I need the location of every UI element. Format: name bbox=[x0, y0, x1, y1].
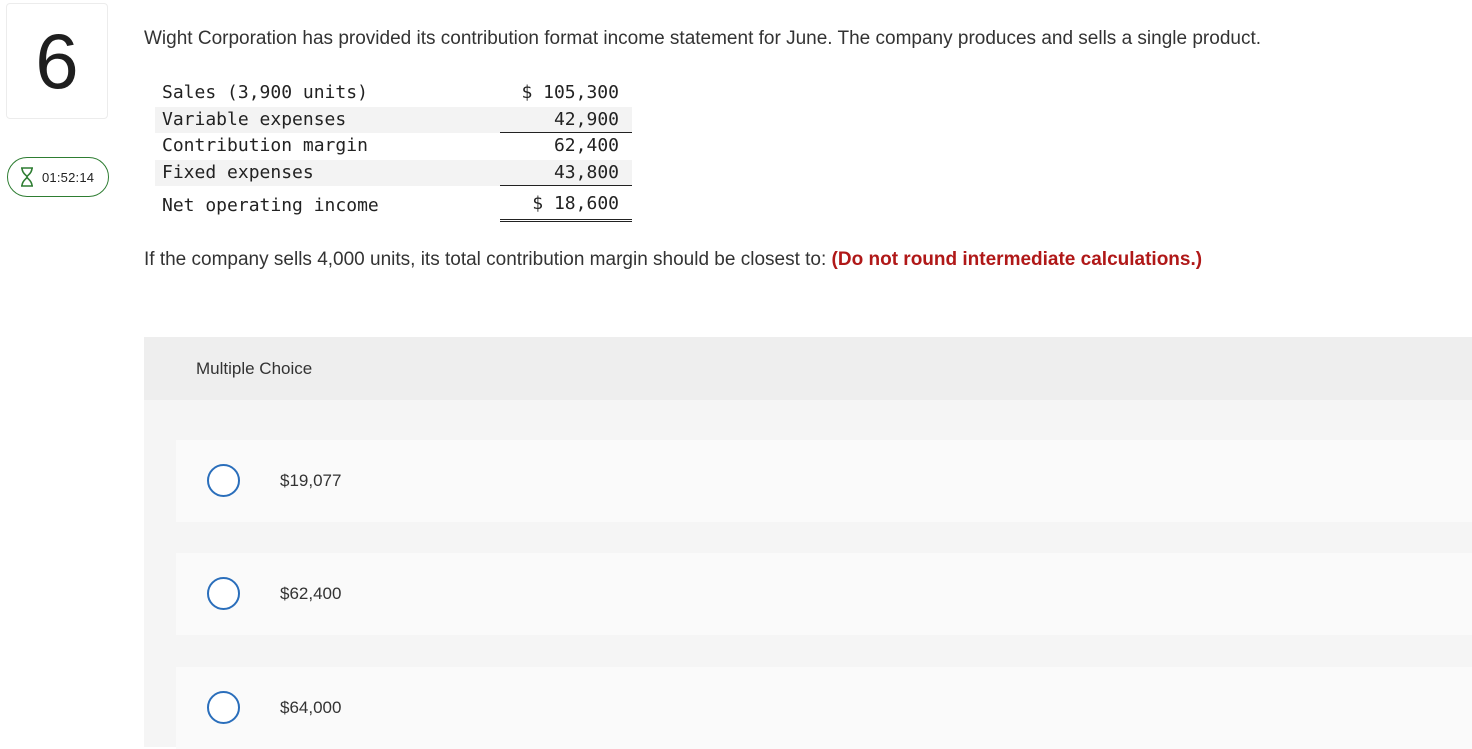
radio-button[interactable] bbox=[207, 464, 240, 497]
multiple-choice-title: Multiple Choice bbox=[196, 359, 313, 378]
statement-row-net-operating-income: Net operating income $ 18,600 bbox=[155, 188, 632, 222]
multiple-choice-body: $19,077 $62,400 $64,000 bbox=[144, 400, 1472, 749]
statement-row-fixed-expenses: Fixed expenses 43,800 bbox=[155, 159, 632, 186]
timer-text: 01:52:14 bbox=[42, 169, 95, 185]
choice-option-1[interactable]: $19,077 bbox=[176, 440, 1472, 522]
statement-label: Fixed expenses bbox=[162, 161, 314, 183]
hourglass-icon bbox=[20, 167, 34, 187]
choice-label: $62,400 bbox=[280, 584, 342, 603]
question-number-box: 6 bbox=[6, 3, 108, 119]
statement-value: 43,800 bbox=[500, 160, 632, 186]
statement-label: Variable expenses bbox=[162, 108, 347, 130]
multiple-choice-header: Multiple Choice bbox=[144, 337, 1472, 400]
question-number: 6 bbox=[35, 17, 79, 105]
statement-value: $ 105,300 bbox=[521, 82, 619, 103]
choice-label: $19,077 bbox=[280, 471, 342, 490]
choice-option-3[interactable]: $64,000 bbox=[176, 667, 1472, 749]
statement-row-sales: Sales (3,900 units) $ 105,300 bbox=[155, 80, 632, 107]
statement-row-variable-expenses: Variable expenses 42,900 bbox=[155, 106, 632, 133]
question-prompt: If the company sells 4,000 units, its to… bbox=[144, 249, 1202, 271]
statement-value: 42,900 bbox=[500, 107, 632, 133]
statement-value: 62,400 bbox=[553, 135, 619, 156]
choice-option-2[interactable]: $62,400 bbox=[176, 553, 1472, 635]
statement-row-contribution-margin: Contribution margin 62,400 bbox=[155, 133, 632, 160]
timer-badge: 01:52:14 bbox=[7, 157, 109, 197]
statement-label: Net operating income bbox=[162, 195, 379, 216]
statement-label: Contribution margin bbox=[162, 135, 368, 156]
prompt-text: If the company sells 4,000 units, its to… bbox=[144, 249, 827, 270]
radio-button[interactable] bbox=[207, 691, 240, 724]
statement-label: Sales (3,900 units) bbox=[162, 82, 368, 103]
question-text: Wight Corporation has provided its contr… bbox=[144, 28, 1262, 49]
prompt-note: (Do not round intermediate calculations.… bbox=[831, 249, 1203, 270]
choice-label: $64,000 bbox=[280, 698, 342, 717]
multiple-choice-panel: Multiple Choice $19,077 $62,400 $64,000 bbox=[144, 337, 1472, 749]
statement-value: $ 18,600 bbox=[500, 188, 632, 222]
income-statement: Sales (3,900 units) $ 105,300 Variable e… bbox=[155, 80, 632, 222]
radio-button[interactable] bbox=[207, 577, 240, 610]
